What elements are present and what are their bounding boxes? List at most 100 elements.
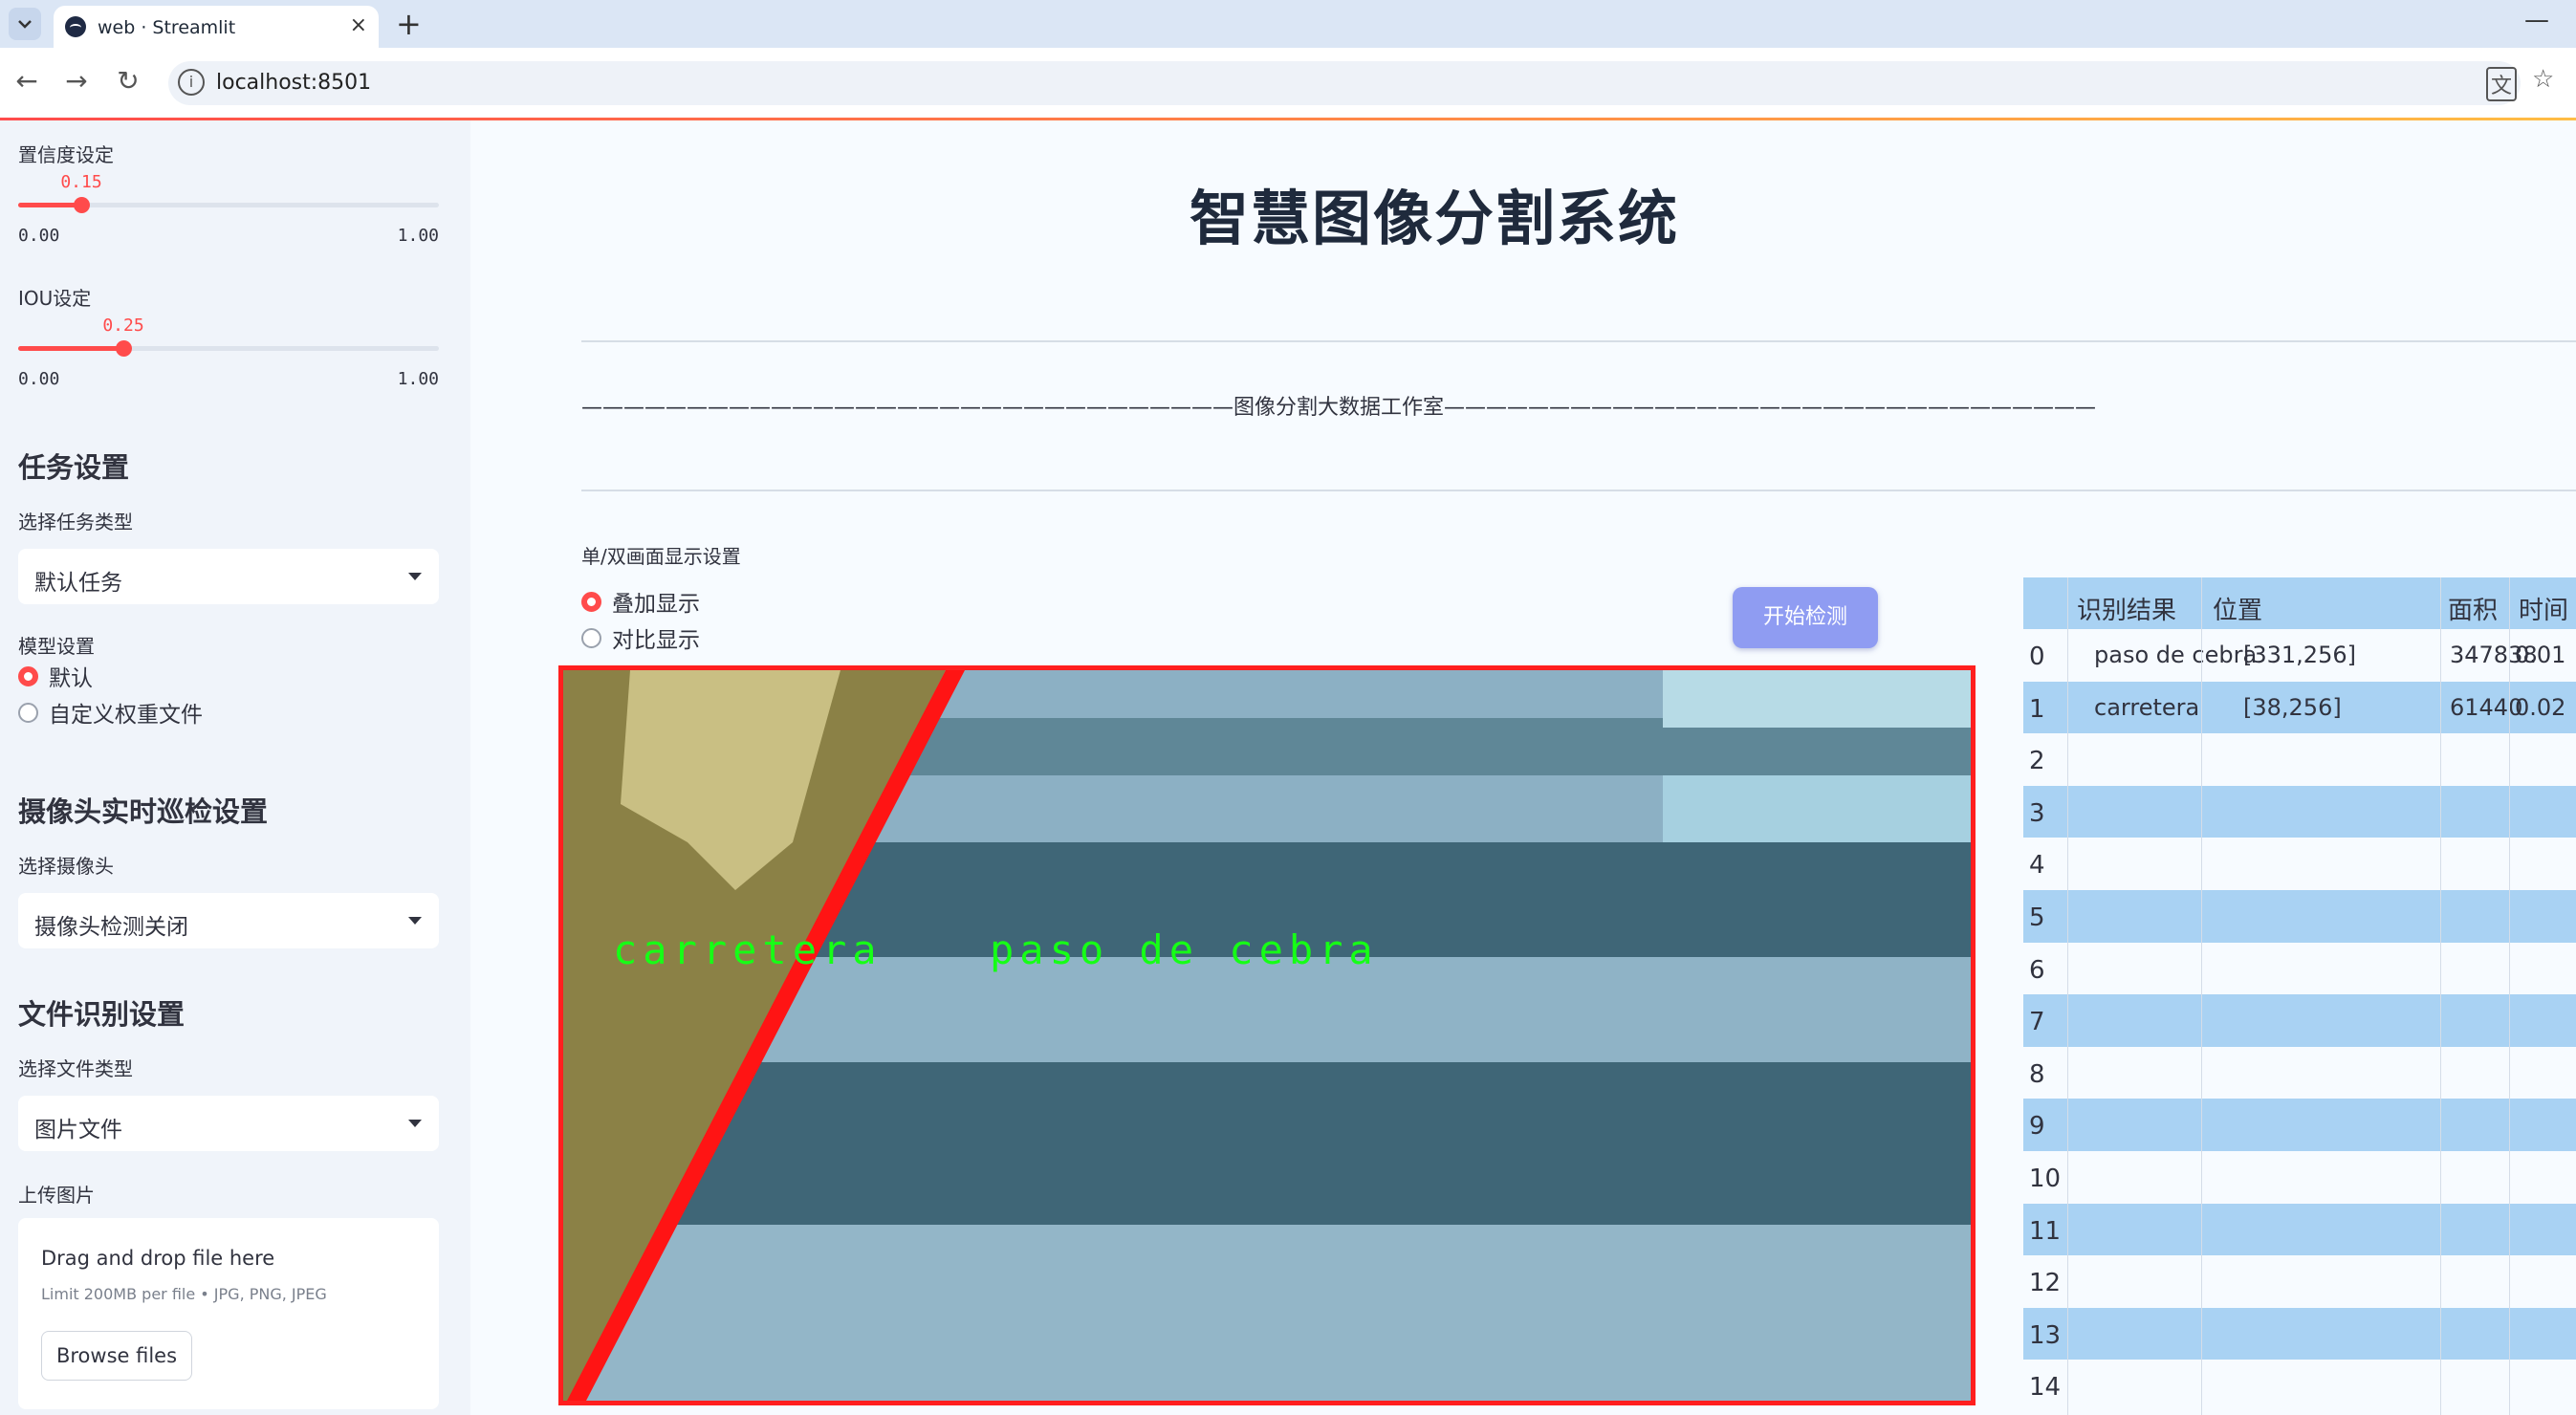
minimize-icon[interactable]: —: [2524, 6, 2549, 34]
camera-select[interactable]: 摄像头检测关闭: [18, 893, 439, 948]
studio-banner: ———————————————————————————————图像分割大数据工作…: [581, 396, 2097, 420]
detection-label: carretera: [613, 926, 883, 973]
caret-down-icon: [408, 1120, 422, 1127]
tab-close-icon[interactable]: ×: [350, 13, 367, 37]
new-tab-icon[interactable]: +: [396, 6, 422, 42]
row-index: 5: [2029, 903, 2045, 932]
browser-tab[interactable]: web · Streamlit ×: [54, 6, 379, 48]
row-index: 12: [2029, 1269, 2062, 1298]
table-row[interactable]: 10: [2023, 1151, 2576, 1204]
slider-max: 1.00: [397, 369, 439, 389]
model-option-custom[interactable]: 自定义权重文件: [18, 698, 203, 728]
table-row[interactable]: 2: [2023, 733, 2576, 786]
cell-time: 0.01: [2515, 642, 2566, 668]
row-index: 8: [2029, 1059, 2045, 1089]
row-index: 2: [2029, 747, 2045, 776]
table-row[interactable]: 8: [2023, 1046, 2576, 1099]
radio-selected[interactable]: [581, 591, 601, 612]
task-section-heading: 任务设置: [18, 451, 130, 484]
detection-label: paso de cebra: [990, 926, 1379, 973]
model-label: 模型设置: [18, 635, 95, 658]
table-row[interactable]: 3: [2023, 785, 2576, 838]
file-uploader-dropzone[interactable]: Drag and drop file here Limit 200MB per …: [18, 1218, 439, 1409]
display-option-compare[interactable]: 对比显示: [581, 623, 700, 653]
back-icon[interactable]: ←: [10, 65, 44, 97]
camera-label: 选择摄像头: [18, 855, 114, 878]
cell-result: carretera: [2094, 693, 2200, 721]
camera-section-heading: 摄像头实时巡检设置: [18, 795, 269, 828]
cell-position: [38,256]: [2243, 693, 2342, 721]
address-bar: ← → ↻ i localhost:8501 文 ☆: [0, 48, 2576, 119]
row-index: 4: [2029, 851, 2045, 881]
table-row[interactable]: 11: [2023, 1203, 2576, 1256]
segmented-crosswalk-picture: [563, 670, 1971, 1401]
forward-icon[interactable]: →: [59, 65, 94, 97]
table-row[interactable]: 6: [2023, 942, 2576, 995]
file-type-select[interactable]: 图片文件: [18, 1096, 439, 1151]
table-row[interactable]: 9: [2023, 1099, 2576, 1151]
column-header[interactable]: 时间: [2519, 591, 2568, 626]
row-index: 6: [2029, 955, 2045, 985]
table-row[interactable]: 13: [2023, 1307, 2576, 1361]
slider-thumb[interactable]: [116, 340, 132, 357]
column-header[interactable]: 识别结果: [2077, 591, 2176, 626]
page-title: 智慧图像分割系统: [1189, 184, 1679, 253]
upload-label: 上传图片: [18, 1184, 95, 1207]
file-type-label: 选择文件类型: [18, 1057, 133, 1080]
row-index: 3: [2029, 798, 2045, 828]
confidence-slider[interactable]: 0.15 0.00 1.00: [18, 172, 439, 246]
confidence-label: 置信度设定: [18, 143, 114, 166]
task-type-label: 选择任务类型: [18, 511, 133, 533]
table-row[interactable]: 7: [2023, 994, 2576, 1047]
column-divider: [2067, 577, 2068, 1415]
cell-position: [331,256]: [2243, 642, 2356, 668]
tab-list-button[interactable]: [9, 8, 41, 40]
cell-area: 61440: [2450, 693, 2523, 721]
row-index: 14: [2029, 1373, 2062, 1403]
streamlit-favicon-icon: [65, 16, 86, 37]
iou-slider[interactable]: 0.25 0.00 1.00: [18, 316, 439, 389]
table-row[interactable]: 14: [2023, 1360, 2576, 1412]
translate-icon[interactable]: 文: [2486, 67, 2518, 101]
table-row[interactable]: 0 paso de cebra [331,256] 347838 0.01: [2023, 629, 2576, 682]
divider: [581, 490, 2576, 491]
radio-label: 对比显示: [612, 628, 700, 653]
column-header[interactable]: 面积: [2448, 591, 2498, 626]
column-divider: [2201, 577, 2202, 1415]
table-row[interactable]: 1 carretera [38,256] 61440 0.02: [2023, 681, 2576, 734]
row-index: 0: [2029, 642, 2045, 671]
table-row[interactable]: 12: [2023, 1255, 2576, 1308]
task-type-select[interactable]: 默认任务: [18, 549, 439, 604]
select-value: 默认任务: [34, 571, 122, 596]
url-field[interactable]: i localhost:8501: [168, 61, 2521, 105]
column-divider: [2509, 577, 2510, 1415]
radio-label: 默认: [49, 666, 93, 691]
caret-down-icon: [408, 917, 422, 925]
results-table[interactable]: 识别结果 位置 面积 时间 0 paso de cebra [331,256] 3 4 7…: [2023, 577, 2576, 1415]
select-value: 图片文件: [34, 1118, 122, 1143]
segmentation-result-image: carretera paso de cebra: [558, 665, 1976, 1405]
bookmark-star-icon[interactable]: ☆: [2532, 65, 2554, 94]
upload-limits: Limit 200MB per file • JPG, PNG, JPEG: [41, 1285, 327, 1303]
site-info-icon[interactable]: i: [178, 69, 205, 96]
file-section-heading: 文件识别设置: [18, 998, 186, 1031]
slider-fill: [18, 203, 81, 207]
divider: [581, 340, 2576, 342]
table-header: 识别结果 位置 面积 时间: [2023, 577, 2576, 629]
display-option-overlay[interactable]: 叠加显示: [581, 587, 700, 617]
browse-files-button[interactable]: Browse files: [41, 1331, 192, 1381]
column-header[interactable]: 位置: [2213, 591, 2262, 626]
radio-unselected[interactable]: [18, 702, 38, 723]
tab-title: web · Streamlit: [98, 17, 236, 38]
table-row[interactable]: 5: [2023, 890, 2576, 943]
slider-thumb[interactable]: [74, 197, 90, 213]
model-option-default[interactable]: 默认: [18, 662, 93, 691]
start-detection-button[interactable]: 开始检测: [1733, 587, 1878, 648]
slider-max: 1.00: [397, 226, 439, 246]
reload-icon[interactable]: ↻: [111, 65, 145, 97]
caret-down-icon: [408, 573, 422, 580]
radio-selected[interactable]: [18, 665, 38, 686]
chevron-down-icon: [18, 20, 32, 29]
radio-unselected[interactable]: [581, 627, 601, 648]
table-row[interactable]: 4: [2023, 838, 2576, 890]
